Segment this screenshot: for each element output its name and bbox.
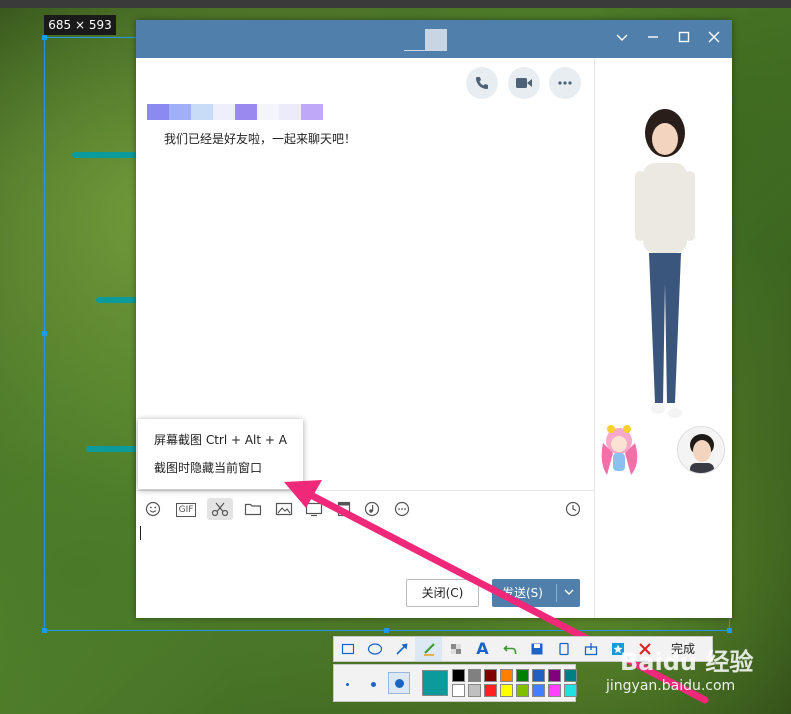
screen-share-icon[interactable] [302,498,326,520]
selection-handle[interactable] [42,35,47,40]
screen-top-strip [0,0,791,8]
color-swatch[interactable] [516,684,529,697]
emoji-icon[interactable] [141,498,165,520]
color-swatch[interactable] [548,684,561,697]
color-swatch[interactable] [452,684,465,697]
chevron-down-icon[interactable] [612,29,632,49]
brush-icon[interactable] [415,637,442,661]
size-medium-dot[interactable] [371,682,376,687]
friend-avatar[interactable] [677,426,725,474]
chat-window: 我们已经是好友啦，一起来聊天吧！ GIF 关闭(C) 发送(S) [136,20,732,618]
text-cursor [140,526,141,540]
color-swatch[interactable] [468,684,481,697]
size-large-selected[interactable] [388,672,410,694]
color-swatch[interactable] [532,684,545,697]
baidu-watermark: Baidu 经验 [620,648,754,676]
screenshot-context-menu: 屏幕截图 Ctrl + Alt + A 截图时隐藏当前窗口 [138,419,303,489]
video-icon [516,78,532,88]
send-label: 发送(S) [502,586,543,600]
voice-call-button[interactable] [466,67,498,99]
more-icon [558,81,572,85]
folder-icon[interactable] [241,498,265,520]
text-icon[interactable]: A [469,637,496,661]
color-swatch[interactable] [500,669,513,682]
ellipse-icon[interactable] [361,637,388,661]
color-swatch[interactable] [484,684,497,697]
size-large-dot [395,679,404,688]
menu-item-screen-capture[interactable]: 屏幕截图 Ctrl + Alt + A [154,430,287,450]
pet-figure[interactable] [597,423,642,478]
arrow-icon[interactable] [388,637,415,661]
color-swatch[interactable] [564,669,577,682]
image-icon[interactable] [272,498,296,520]
mosaic-icon[interactable] [442,637,469,661]
color-swatch[interactable] [532,669,545,682]
color-swatch[interactable] [484,669,497,682]
avatar-show-figure [635,109,695,418]
history-icon[interactable] [561,498,585,520]
show-panel [594,58,732,618]
share-icon[interactable] [577,637,604,661]
selection-handle[interactable] [384,628,389,633]
color-swatch[interactable] [564,684,577,697]
close-icon[interactable] [704,29,724,49]
title-bar [136,20,732,58]
color-swatch[interactable] [468,669,481,682]
phone-icon [476,77,488,89]
scissors-icon[interactable] [207,498,233,520]
contact-avatar[interactable] [425,29,447,51]
gif-label: GIF [175,503,197,517]
system-message: 我们已经是好友啦，一起来聊天吧！ [164,132,357,146]
doc-icon[interactable] [332,498,356,520]
pin-icon[interactable] [550,637,577,661]
selection-handle[interactable] [727,628,732,633]
baidu-watermark-url: jingyan.baidu.com [606,678,736,694]
gif-icon[interactable]: GIF [173,498,199,520]
contact-name-mosaic [147,104,323,120]
send-button[interactable]: 发送(S) [492,579,580,607]
color-swatch[interactable] [516,669,529,682]
send-separator [556,584,557,602]
selection-handle[interactable] [42,628,47,633]
contact-name-placeholder [404,50,426,51]
close-button[interactable]: 关闭(C) [406,579,479,607]
menu-item-hide-window[interactable]: 截图时隐藏当前窗口 [154,458,262,478]
toolbar-divider [136,490,594,491]
size-small-dot[interactable] [346,683,349,686]
undo-icon[interactable] [496,637,523,661]
selection-handle[interactable] [42,331,47,336]
save-icon[interactable] [523,637,550,661]
color-swatch[interactable] [452,669,465,682]
capture-size-label: 685 × 593 [44,15,116,35]
rectangle-icon[interactable] [334,637,361,661]
more-options-button[interactable] [549,67,581,99]
chevron-down-icon[interactable] [560,579,578,607]
color-palette [333,664,577,702]
minimize-icon[interactable] [643,29,663,49]
color-swatch[interactable] [548,669,561,682]
video-call-button[interactable] [508,67,540,99]
color-swatch[interactable] [500,684,513,697]
maximize-icon[interactable] [674,29,694,49]
music-icon[interactable] [360,498,384,520]
selected-color-swatch [422,670,448,696]
more-icon[interactable] [390,498,414,520]
